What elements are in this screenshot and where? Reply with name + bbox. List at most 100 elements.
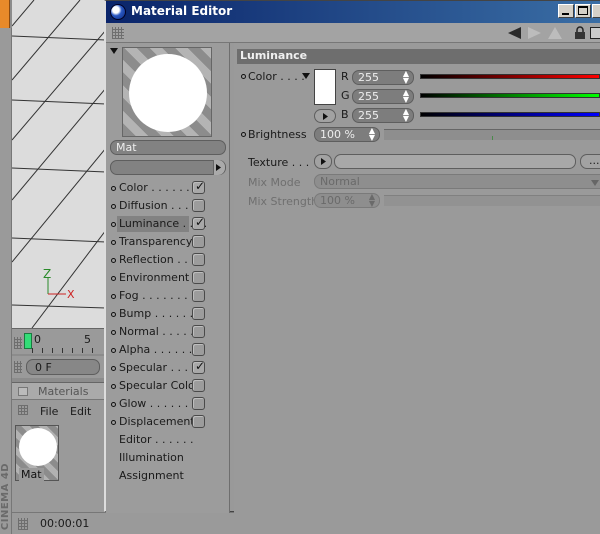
material-type-field[interactable]: [110, 160, 226, 175]
channel-row-fog[interactable]: Fog . . . . . . .: [110, 288, 216, 304]
channel-row-bump[interactable]: Bump . . . . . . .: [110, 306, 216, 322]
materials-menu-edit[interactable]: Edit: [70, 405, 91, 418]
channel-row-luminance[interactable]: Luminance . . . .: [110, 216, 216, 232]
channel-checkbox-displacement[interactable]: [192, 415, 205, 428]
materials-manager: Materials File Edit Mat: [12, 382, 106, 512]
brightness-slider[interactable]: [384, 129, 600, 140]
new-window-icon[interactable]: [590, 27, 600, 39]
channel-checkbox-bump[interactable]: [192, 307, 205, 320]
svg-text:Z: Z: [43, 267, 51, 281]
channel-label: Normal . . . . . .: [119, 325, 201, 338]
blue-stepper-icon[interactable]: ▲ ▼: [403, 108, 409, 123]
up-arrow-icon[interactable]: [548, 27, 562, 39]
frame-bar-grip: [14, 361, 22, 373]
material-thumbnail[interactable]: Mat: [15, 425, 59, 481]
channel-label: Specular Color: [119, 379, 200, 392]
close-button[interactable]: [592, 4, 600, 18]
check-icon: [192, 361, 205, 374]
channel-label: Specular . . . . .: [119, 361, 203, 374]
color-picker-button[interactable]: [314, 109, 336, 123]
lock-icon[interactable]: [574, 26, 586, 40]
red-stepper-icon[interactable]: ▲ ▼: [403, 70, 409, 85]
brightness-field[interactable]: 100 % ▲ ▼: [314, 127, 380, 142]
back-arrow-icon[interactable]: [508, 27, 522, 39]
editor-grip: [112, 27, 124, 39]
brightness-label: Brightness: [248, 128, 307, 141]
material-thumbnail-sphere: [19, 428, 57, 466]
minimize-button[interactable]: [558, 4, 574, 18]
viewport-grid: Z X: [12, 0, 106, 328]
blue-value-field[interactable]: 255 ▲ ▼: [352, 108, 414, 123]
channel-label: Diffusion . . . .: [119, 199, 196, 212]
check-icon: [192, 181, 205, 194]
channel-checkbox-transparency[interactable]: [192, 235, 205, 248]
luminance-panel: Luminance Color . . . . R 255 ▲ ▼ G 255 ▲…: [234, 43, 600, 513]
channel-row-alpha[interactable]: Alpha . . . . . .: [110, 342, 216, 358]
channel-label: Displacement: [119, 415, 195, 428]
mix-mode-dropdown[interactable]: Normal: [314, 174, 600, 189]
timeline-marker[interactable]: [24, 333, 32, 349]
maximize-button[interactable]: [575, 4, 591, 18]
channel-checkbox-luminance[interactable]: [192, 217, 205, 230]
channel-checkbox-specular[interactable]: [192, 361, 205, 374]
green-value-field[interactable]: 255 ▲ ▼: [352, 89, 414, 104]
forward-arrow-icon[interactable]: [528, 27, 542, 39]
maximize-icon: [578, 6, 588, 15]
channel-row-glow[interactable]: Glow . . . . . . .: [110, 396, 216, 412]
timeline-tick-5: 5: [84, 333, 91, 346]
channel-checkbox-diffusion[interactable]: [192, 199, 205, 212]
brightness-stepper-icon[interactable]: ▲ ▼: [369, 127, 375, 142]
channel-checkbox-normal[interactable]: [192, 325, 205, 338]
blue-slider[interactable]: [420, 112, 600, 117]
channel-row-normal[interactable]: Normal . . . . . .: [110, 324, 216, 340]
channel-row-transparency[interactable]: Transparency: [110, 234, 216, 250]
channel-label: Alpha . . . . . .: [119, 343, 193, 356]
channel-row-assignment[interactable]: Assignment: [110, 468, 216, 484]
texture-browse-button[interactable]: ...: [580, 154, 600, 169]
channel-row-diffusion[interactable]: Diffusion . . . .: [110, 198, 216, 214]
channel-checkbox-alpha[interactable]: [192, 343, 205, 356]
left-toolbar-strip: [0, 28, 12, 534]
channel-row-specular[interactable]: Specular . . . . .: [110, 360, 216, 376]
green-stepper-icon[interactable]: ▲ ▼: [403, 89, 409, 104]
channel-row-displacement[interactable]: Displacement: [110, 414, 216, 430]
channel-row-environment[interactable]: Environment: [110, 270, 216, 286]
materials-menu-file[interactable]: File: [40, 405, 58, 418]
material-name-field[interactable]: Mat: [110, 140, 226, 155]
timeline[interactable]: 0 5: [12, 328, 106, 354]
channel-checkbox-glow[interactable]: [192, 397, 205, 410]
mix-strength-stepper-icon[interactable]: ▲ ▼: [369, 193, 375, 208]
channel-checkbox-environment[interactable]: [192, 271, 205, 284]
mix-strength-slider[interactable]: [384, 195, 600, 206]
window-app-icon: [110, 4, 126, 20]
current-frame-field[interactable]: 0 F: [26, 359, 100, 375]
color-swatch[interactable]: [314, 69, 336, 105]
preview-menu-arrow-icon[interactable]: [110, 48, 118, 54]
material-preview[interactable]: [122, 47, 212, 137]
mix-strength-field[interactable]: 100 % ▲ ▼: [314, 193, 380, 208]
color-menu-arrow-icon[interactable]: [302, 73, 310, 79]
channel-checkbox-color[interactable]: [192, 181, 205, 194]
materials-grip: [18, 405, 28, 415]
timeline-tick-0: 0: [34, 333, 41, 346]
channel-checkbox-reflection[interactable]: [192, 253, 205, 266]
red-value-field[interactable]: 255 ▲ ▼: [352, 70, 414, 85]
svg-text:X: X: [67, 288, 75, 301]
texture-path-field[interactable]: [334, 154, 576, 169]
window-title: Material Editor: [131, 4, 233, 18]
channel-row-color[interactable]: Color . . . . . .: [110, 180, 216, 196]
texture-load-button[interactable]: [314, 154, 332, 169]
channel-row-editor[interactable]: Editor . . . . . .: [110, 432, 216, 448]
red-slider[interactable]: [420, 74, 600, 79]
channel-row-specular-color[interactable]: Specular Color: [110, 378, 216, 394]
channel-checkbox-specular-color[interactable]: [192, 379, 205, 392]
viewport[interactable]: Z X: [12, 0, 106, 328]
title-bar[interactable]: Material Editor: [106, 1, 600, 23]
texture-label: Texture . . .: [248, 156, 310, 169]
channel-row-reflection[interactable]: Reflection . . . .: [110, 252, 216, 268]
channel-row-illumination[interactable]: Illumination: [110, 450, 216, 466]
channel-label: Editor . . . . . .: [119, 433, 194, 446]
materials-title: Materials: [38, 385, 89, 398]
channel-checkbox-fog[interactable]: [192, 289, 205, 302]
green-slider[interactable]: [420, 93, 600, 98]
